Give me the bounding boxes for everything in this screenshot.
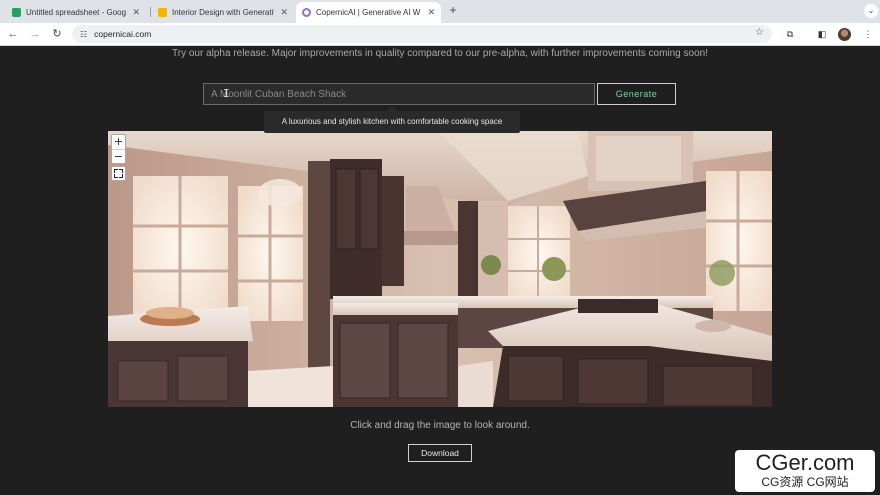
fullscreen-icon: [119, 174, 123, 178]
page-content: Try our alpha release. Major improvement…: [0, 46, 880, 495]
viewer-hint: Click and drag the image to look around.: [350, 420, 530, 431]
watermark-main: CGer.com: [755, 450, 855, 475]
site-info-icon[interactable]: ☷: [80, 30, 87, 39]
chevron-down-icon[interactable]: ⌄: [864, 4, 878, 18]
prompt-suggestion-tooltip[interactable]: A luxurious and stylish kitchen with com…: [264, 106, 520, 133]
watermark-sub: CG资源 CG网站: [761, 475, 849, 489]
browser-tab-bar: Untitled spreadsheet - Googl ✕ Interior …: [0, 0, 880, 23]
tab-title: CopernicAI | Generative AI W: [316, 8, 421, 17]
close-icon[interactable]: ✕: [132, 7, 140, 18]
tab-spreadsheet[interactable]: Untitled spreadsheet - Googl ✕: [6, 2, 146, 23]
new-tab-button[interactable]: +: [446, 3, 460, 17]
sheets-icon: [12, 8, 21, 17]
tab-copernicai[interactable]: CopernicAI | Generative AI W ✕: [296, 2, 441, 23]
more-menu-icon[interactable]: ⋮: [862, 28, 874, 40]
side-panel-icon[interactable]: ◧: [816, 28, 828, 40]
slides-icon: [158, 8, 167, 17]
star-icon[interactable]: ☆: [755, 27, 764, 38]
copernicai-icon: [302, 8, 311, 17]
tab-interior-design[interactable]: Interior Design with Generativ ✕: [152, 2, 294, 23]
reload-icon[interactable]: ↻: [50, 27, 64, 41]
page-subtitle: Try our alpha release. Major improvement…: [172, 48, 708, 59]
url-text: copernicai.com: [94, 29, 152, 39]
text-cursor-icon: I: [223, 87, 230, 100]
forward-icon[interactable]: →: [28, 27, 42, 41]
back-icon[interactable]: ←: [6, 27, 20, 41]
kitchen-panorama-image: [108, 131, 772, 407]
panorama-viewer[interactable]: + −: [108, 131, 772, 407]
fullscreen-icon: [119, 169, 123, 173]
zoom-controls: + −: [111, 134, 126, 164]
tab-divider: [150, 7, 151, 17]
zoom-out-button[interactable]: −: [112, 149, 125, 163]
close-icon[interactable]: ✕: [280, 7, 288, 18]
address-bar[interactable]: ☷ copernicai.com ☆: [72, 25, 772, 43]
tab-title: Untitled spreadsheet - Googl: [26, 8, 127, 17]
zoom-in-button[interactable]: +: [112, 135, 125, 149]
fullscreen-icon: [114, 174, 118, 178]
close-icon[interactable]: ✕: [427, 7, 435, 18]
prompt-input[interactable]: [203, 83, 595, 105]
fullscreen-icon: [114, 169, 118, 173]
fullscreen-button[interactable]: [111, 166, 126, 181]
watermark: CGer.com CG资源 CG网站: [735, 450, 875, 492]
download-button[interactable]: Download: [408, 444, 472, 462]
avatar[interactable]: [838, 28, 851, 41]
tab-title: Interior Design with Generativ: [172, 8, 275, 17]
generate-button[interactable]: Generate: [597, 83, 676, 105]
extensions-icon[interactable]: ⧉: [784, 28, 796, 40]
browser-toolbar: ← → ↻ ☷ copernicai.com ☆ ⧉ ◧ ⋮: [0, 23, 880, 46]
